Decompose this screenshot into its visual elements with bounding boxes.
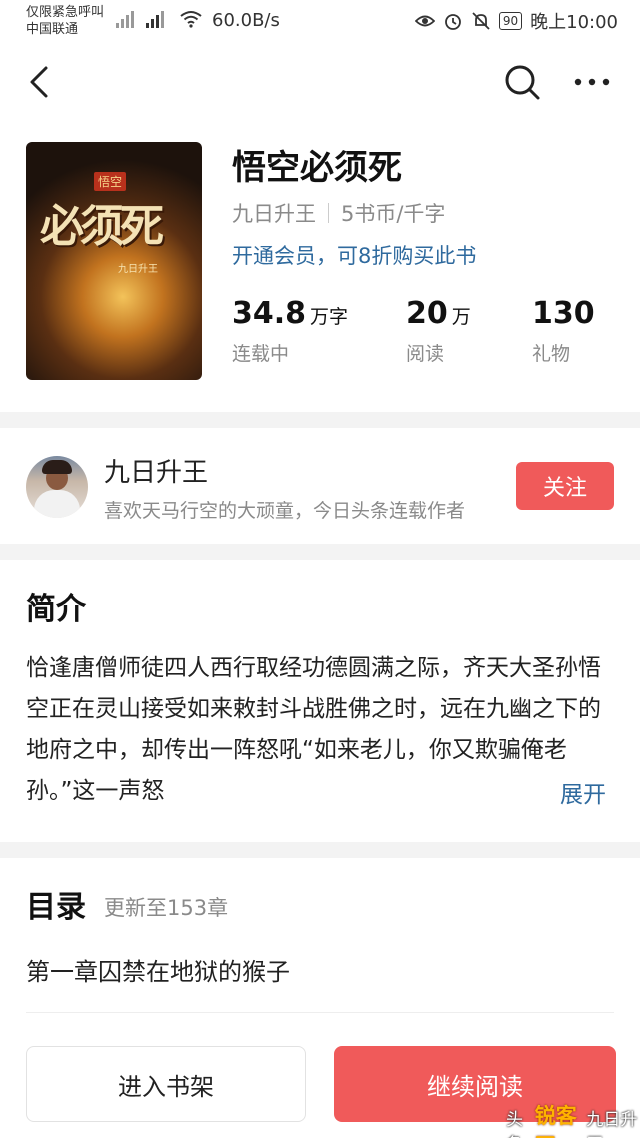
more-icon[interactable] (568, 64, 616, 100)
eye-icon (414, 15, 435, 27)
stat-unit: 万字 (310, 306, 349, 328)
cover-badge: 悟空 (94, 172, 127, 191)
stat-reads: 20 万 阅读 (406, 296, 471, 366)
stat-word-count: 34.8 万字 连载中 (232, 296, 348, 366)
mute-icon (472, 12, 490, 30)
network-speed: 60.0B/s (212, 10, 280, 31)
section-divider (0, 544, 640, 560)
alarm-icon (444, 14, 461, 30)
wifi-icon (180, 11, 202, 28)
signal-icon (116, 10, 134, 28)
vip-offer-link[interactable]: 开通会员，可8折购买此书 (232, 240, 476, 270)
stat-value: 20 (406, 296, 448, 331)
watermark-prefix: 头条 (506, 1110, 523, 1138)
status-right-group: 90 晚上10:00 (414, 8, 618, 34)
section-divider (0, 412, 640, 428)
book-meta: 九日升王 5书币/千字 (232, 198, 445, 228)
stat-value: 34.8 (232, 296, 307, 331)
status-time: 晚上10:00 (530, 12, 618, 33)
watermark-brand: 锐客网 (534, 1104, 577, 1138)
meta-divider (328, 203, 329, 223)
search-icon[interactable] (500, 62, 544, 102)
book-price: 5书币/千字 (341, 202, 446, 226)
stat-label: 连载中 (232, 343, 290, 365)
section-divider (0, 842, 640, 858)
toc-heading[interactable]: 目录 (26, 882, 86, 926)
nav-bar (0, 50, 640, 114)
battery-icon: 90 (498, 12, 523, 30)
stat-gifts[interactable]: 130 礼物 (532, 296, 595, 366)
status-bar: 仅限紧急呼叫 中国联通 60.0B/s 90 晚上10:00 (0, 0, 640, 44)
book-cover[interactable]: 悟空 必须死 九日升王 (26, 142, 202, 380)
toc-first-chapter[interactable]: 第一章囚禁在地狱的猴子 (26, 952, 290, 987)
signal-3g-icon (146, 10, 164, 28)
toc-update-info[interactable]: 更新至153章 (104, 892, 228, 922)
cover-author: 九日升王 (118, 264, 158, 275)
toc-divider (26, 1012, 614, 1013)
stat-value: 130 (532, 296, 595, 331)
add-to-shelf-button[interactable]: 进入书架 (26, 1046, 306, 1122)
stat-label: 礼物 (532, 343, 571, 365)
intro-fade (458, 771, 558, 812)
carrier-info: 仅限紧急呼叫 中国联通 (26, 4, 104, 38)
stat-label: 阅读 (406, 343, 445, 365)
book-author-link[interactable]: 九日升王 (232, 198, 316, 228)
author-bio: 喜欢天马行空的大顽童，今日头条连载作者 (104, 500, 466, 522)
watermark: 头条 锐客网 九日升王 (506, 1100, 640, 1138)
intro-heading: 简介 (26, 592, 86, 627)
cover-title: 必须死 (40, 201, 164, 252)
carrier-emergency-text: 仅限紧急呼叫 (26, 5, 105, 20)
watermark-suffix: 九日升王 (586, 1110, 638, 1138)
author-name[interactable]: 九日升王 (104, 452, 208, 489)
expand-link[interactable]: 展开 (560, 775, 606, 809)
author-avatar[interactable] (26, 456, 88, 518)
stat-unit: 万 (451, 306, 471, 328)
follow-button[interactable]: 关注 (516, 462, 614, 510)
back-icon[interactable] (20, 62, 60, 102)
carrier-name: 中国联通 (26, 22, 79, 37)
book-title: 悟空必须死 (232, 148, 402, 188)
